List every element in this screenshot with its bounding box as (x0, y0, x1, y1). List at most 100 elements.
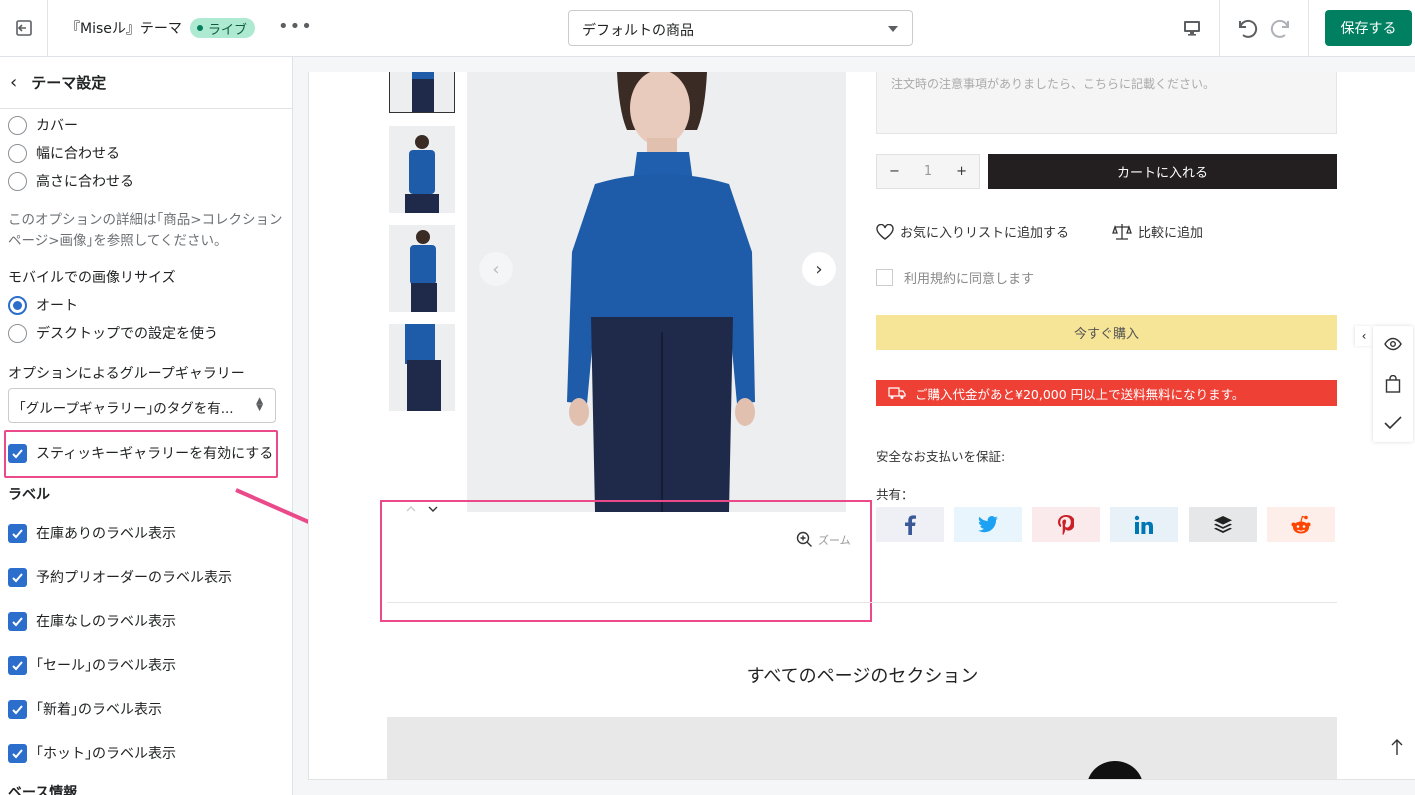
qty-plus-button[interactable]: + (956, 164, 967, 179)
radio-button-selected[interactable] (8, 295, 27, 315)
more-actions-button[interactable]: ••• (278, 16, 313, 37)
sidebar-header: ‹ テーマ設定 (0, 57, 292, 109)
arrow-up-icon (1391, 739, 1403, 755)
qty-minus-button[interactable]: − (889, 164, 900, 179)
checkbox-label: ｢新着｣のラベル表示 (36, 702, 162, 718)
radio-auto[interactable]: オート (8, 295, 78, 315)
share-linkedin-button[interactable] (1110, 507, 1178, 542)
desktop-view-button[interactable] (1172, 14, 1212, 42)
section-title: すべてのページのセクション (746, 666, 979, 687)
chevron-left-icon: ‹ (492, 258, 500, 280)
undo-icon (1239, 19, 1258, 38)
terms-checkbox[interactable]: 利用規約に同意します (876, 268, 1034, 287)
radio-button[interactable] (8, 115, 27, 135)
back-to-top-button[interactable] (1390, 738, 1404, 760)
collapse-tools-button[interactable]: ‹ (1355, 326, 1373, 346)
radio-use-desktop[interactable]: デスクトップでの設定を使う (8, 323, 218, 343)
thumbnail-image (389, 225, 455, 312)
radio-label: 幅に合わせる (36, 146, 120, 162)
check-icon (12, 616, 23, 626)
gallery-thumbnail[interactable] (389, 72, 455, 113)
label-checkbox[interactable]: 予約プリオーダーのラベル表示 (8, 567, 232, 587)
template-select[interactable]: デフォルトの商品 (568, 10, 913, 46)
theme-title: 『Miseル』テーマ (66, 21, 182, 37)
gallery-thumbnail[interactable] (389, 126, 455, 213)
check-icon (12, 660, 23, 670)
reddit-icon (1291, 515, 1311, 533)
sticky-gallery-checkbox[interactable]: スティッキーギャラリーを有効にする (8, 443, 273, 463)
thumbnail-image (389, 324, 455, 411)
radio-button[interactable] (8, 143, 27, 163)
main-product-image[interactable] (467, 72, 846, 512)
divider (1308, 0, 1309, 56)
checkbox-label: ｢ホット｣のラベル表示 (36, 746, 176, 762)
radio-button[interactable] (8, 323, 27, 343)
radio-cover[interactable]: カバー (8, 115, 78, 135)
redo-icon (1270, 19, 1289, 38)
eye-icon[interactable] (1384, 337, 1402, 351)
next-image-button[interactable]: › (802, 252, 836, 286)
caret-down-icon (888, 26, 898, 32)
redo-button[interactable] (1268, 14, 1296, 42)
gallery-thumbnail[interactable] (389, 324, 455, 411)
pinterest-icon (1058, 514, 1074, 535)
gallery-thumbnail[interactable] (389, 225, 455, 312)
live-dot-icon (197, 25, 203, 31)
label-checkbox[interactable]: ｢セール｣のラベル表示 (8, 655, 176, 675)
radio-label: カバー (36, 118, 78, 134)
section-banner-image (387, 717, 1337, 779)
check-icon (12, 448, 23, 458)
checkbox-checked[interactable] (8, 443, 27, 463)
exit-button[interactable] (0, 0, 48, 56)
save-button[interactable]: 保存する (1325, 10, 1412, 46)
radio-fit-height[interactable]: 高さに合わせる (8, 171, 134, 191)
compare-label: 比較に追加 (1138, 226, 1204, 241)
floating-tools (1373, 326, 1413, 442)
quantity-stepper[interactable]: − 1 + (876, 154, 980, 189)
checkbox-checked[interactable] (8, 523, 27, 543)
add-to-cart-button[interactable]: カートに入れる (988, 154, 1337, 189)
shipping-notice-text: ご購入代金があと¥20,000 円以上で送料無料になります。 (915, 386, 1245, 402)
desktop-icon (1184, 21, 1200, 36)
checkbox-checked[interactable] (8, 699, 27, 719)
checkbox[interactable] (876, 269, 893, 286)
highlight-box (380, 500, 872, 622)
back-arrow-icon[interactable]: ‹ (10, 72, 17, 93)
radio-button[interactable] (8, 171, 27, 191)
base-info-heading: ベース情報 (8, 785, 78, 795)
share-reddit-button[interactable] (1267, 507, 1335, 542)
banner-image (387, 717, 1337, 779)
radio-label: オート (36, 298, 78, 314)
group-gallery-select[interactable]: ｢グループギャラリー｣のタグを有... ▲ ▼ (8, 388, 276, 423)
checkbox-checked[interactable] (8, 611, 27, 631)
buy-now-button[interactable]: 今すぐ購入 (876, 315, 1337, 350)
checkbox-label: ｢セール｣のラベル表示 (36, 658, 176, 674)
share-facebook-button[interactable] (876, 507, 944, 542)
shopping-bag-icon[interactable] (1385, 375, 1401, 393)
checkbox-checked[interactable] (8, 743, 27, 763)
label-checkbox[interactable]: 在庫ありのラベル表示 (8, 523, 176, 543)
share-twitter-button[interactable] (954, 507, 1022, 542)
model-photo (467, 72, 846, 512)
share-buffer-button[interactable] (1189, 507, 1257, 542)
undo-button[interactable] (1232, 14, 1260, 42)
compare-link[interactable]: 比較に追加 (1112, 222, 1203, 241)
exit-icon (15, 20, 32, 36)
label-checkbox[interactable]: ｢新着｣のラベル表示 (8, 699, 162, 719)
checkbox-checked[interactable] (8, 567, 27, 587)
previous-image-button[interactable]: ‹ (479, 252, 513, 286)
checkbox-checked[interactable] (8, 655, 27, 675)
wishlist-label: お気に入りリストに追加する (900, 226, 1070, 241)
help-text: このオプションの詳細は｢商品>コレクションページ>画像｣を参照してください。 (8, 212, 283, 249)
qty-value[interactable]: 1 (924, 164, 932, 179)
checkbox-label: スティッキーギャラリーを有効にする (36, 446, 274, 462)
order-note-textarea[interactable]: 注文時の注意事項がありましたら、こちらに記載ください。 (876, 72, 1337, 134)
radio-fit-width[interactable]: 幅に合わせる (8, 143, 120, 163)
share-pinterest-button[interactable] (1032, 507, 1100, 542)
chevron-right-icon: › (815, 258, 823, 280)
checkmark-icon[interactable] (1384, 416, 1402, 430)
checkbox-label: 予約プリオーダーのラベル表示 (36, 570, 232, 586)
label-checkbox[interactable]: 在庫なしのラベル表示 (8, 611, 176, 631)
wishlist-link[interactable]: お気に入りリストに追加する (876, 222, 1069, 241)
label-checkbox[interactable]: ｢ホット｣のラベル表示 (8, 743, 176, 763)
